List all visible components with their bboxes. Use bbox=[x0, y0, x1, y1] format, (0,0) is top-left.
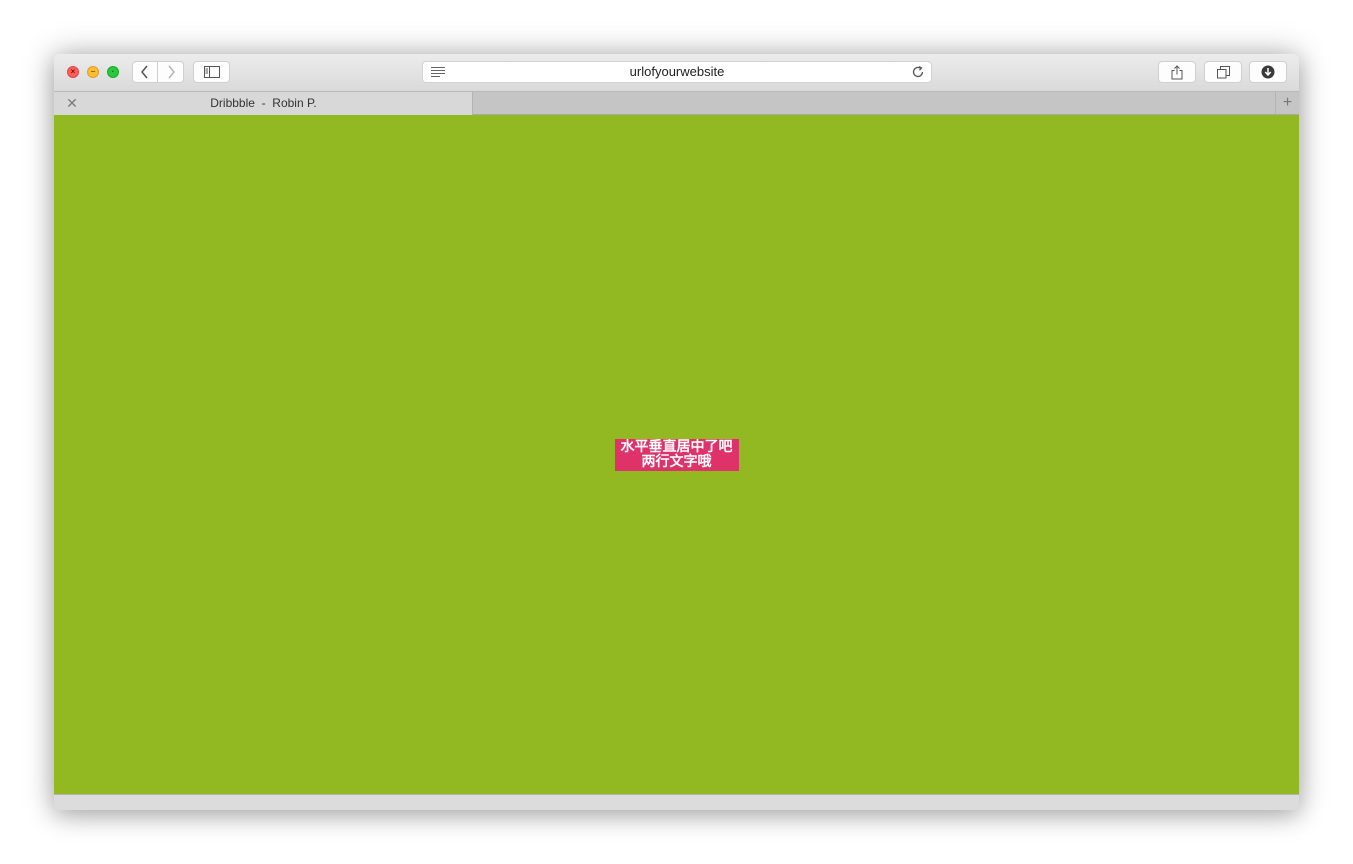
share-icon bbox=[1171, 64, 1183, 79]
minimize-window-button[interactable]: − bbox=[87, 66, 99, 78]
tab-title: Dribbble - Robin P. bbox=[210, 96, 317, 110]
browser-toolbar: × − · urlofyourwebsite bbox=[54, 54, 1299, 91]
fullscreen-window-button[interactable]: · bbox=[107, 66, 119, 78]
download-icon bbox=[1261, 65, 1275, 79]
tab-overview-button[interactable] bbox=[1204, 61, 1242, 83]
chevron-right-icon bbox=[167, 65, 175, 79]
close-window-button[interactable]: × bbox=[67, 66, 79, 78]
page-content: 水平垂直居中了吧 两行文字哦 bbox=[54, 115, 1299, 794]
text-line-2: 两行文字哦 bbox=[641, 453, 712, 470]
back-button[interactable] bbox=[132, 61, 158, 83]
url-text[interactable]: urlofyourwebsite bbox=[423, 62, 931, 82]
chevron-left-icon bbox=[141, 65, 148, 79]
fullscreen-dot-icon: · bbox=[111, 67, 115, 76]
status-bar bbox=[54, 794, 1299, 810]
forward-button[interactable] bbox=[158, 61, 184, 83]
new-tab-button[interactable]: + bbox=[1275, 92, 1299, 114]
address-bar[interactable]: urlofyourwebsite bbox=[422, 61, 932, 83]
text-line-1: 水平垂直居中了吧 bbox=[620, 438, 733, 455]
tab-overview-icon bbox=[1216, 65, 1230, 78]
minimize-dot-icon: − bbox=[90, 67, 96, 76]
downloads-button[interactable] bbox=[1249, 61, 1287, 83]
browser-window: × − · urlofyourwebsite ✕ Dribbble - Robi… bbox=[54, 54, 1299, 810]
tab-active[interactable]: ✕ Dribbble - Robin P. bbox=[54, 92, 473, 115]
centered-text-box: 水平垂直居中了吧 两行文字哦 bbox=[614, 438, 739, 471]
reload-icon[interactable] bbox=[911, 65, 925, 79]
close-dot-icon: × bbox=[70, 67, 76, 76]
tab-bar: ✕ Dribbble - Robin P. + bbox=[54, 91, 1299, 115]
plus-icon: + bbox=[1282, 94, 1293, 111]
sidebar-button[interactable] bbox=[193, 61, 230, 83]
share-button[interactable] bbox=[1158, 61, 1196, 83]
sidebar-icon bbox=[203, 66, 220, 78]
